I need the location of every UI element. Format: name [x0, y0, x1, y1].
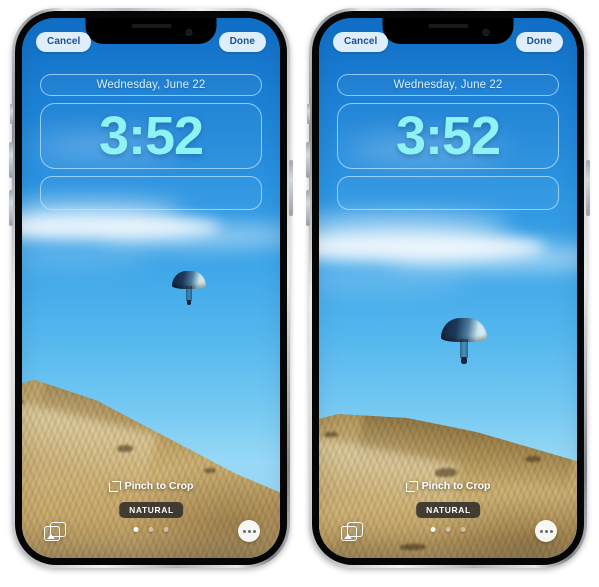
date-widget-slot[interactable]: Wednesday, June 22	[40, 74, 262, 96]
pinch-to-crop-hint: Pinch to Crop	[22, 480, 280, 492]
phone-left: Cancel Done Wednesday, June 22 3:52 Pinc…	[9, 8, 293, 568]
paraglider-lines	[460, 338, 468, 358]
clock-widget-slot[interactable]: 3:52	[337, 103, 559, 169]
page-indicator[interactable]	[430, 527, 466, 532]
paraglider-pilot	[186, 299, 192, 305]
paraglider	[441, 318, 487, 364]
ellipsis-dot-1	[242, 529, 246, 533]
style-badge: NATURAL	[119, 502, 183, 518]
paraglider	[172, 271, 206, 305]
hill-scrub-1	[435, 468, 457, 477]
date-text: Wednesday, June 22	[393, 79, 503, 91]
clock-widget-slot[interactable]: 3:52	[40, 103, 262, 169]
page-dot-1[interactable]	[430, 527, 436, 532]
paraglider-lines	[186, 286, 192, 301]
power-button[interactable]	[586, 160, 590, 216]
style-badge: NATURAL	[416, 502, 480, 518]
crop-icon	[405, 480, 418, 492]
volume-down-button[interactable]	[306, 190, 310, 226]
phone-left-screen: Cancel Done Wednesday, June 22 3:52 Pinc…	[22, 18, 280, 558]
ellipsis-icon[interactable]	[238, 520, 260, 542]
earpiece-speaker	[428, 24, 468, 28]
editor-toolbar-right: Cancel Done	[319, 32, 577, 52]
hill-scrub-3	[324, 432, 339, 437]
pinch-to-crop-label: Pinch to Crop	[124, 480, 194, 492]
hill-scrub-1	[117, 444, 134, 452]
volume-down-button[interactable]	[9, 190, 13, 226]
ellipsis-dot-2	[247, 529, 251, 533]
date-text: Wednesday, June 22	[96, 79, 206, 91]
clock-text: 3:52	[395, 106, 501, 166]
page-dot-3[interactable]	[460, 527, 466, 532]
widgets-empty-slot[interactable]	[337, 176, 559, 210]
pinch-to-crop-hint: Pinch to Crop	[319, 480, 577, 492]
earpiece-speaker	[131, 24, 171, 28]
power-button[interactable]	[289, 160, 293, 216]
paraglider-pilot	[461, 356, 468, 364]
mute-switch[interactable]	[307, 104, 310, 124]
photo-library-front-frame	[341, 526, 357, 541]
volume-up-button[interactable]	[306, 142, 310, 178]
page-dot-3[interactable]	[163, 527, 169, 532]
ellipsis-dot-1	[539, 529, 543, 533]
done-button[interactable]: Done	[218, 32, 266, 52]
screenshot-canvas: Cancel Done Wednesday, June 22 3:52 Pinc…	[0, 0, 599, 587]
cancel-button[interactable]: Cancel	[333, 32, 389, 52]
hill-scrub-2	[524, 456, 541, 462]
page-dot-1[interactable]	[133, 527, 139, 532]
ellipsis-icon[interactable]	[535, 520, 557, 542]
widgets-empty-slot[interactable]	[40, 176, 262, 210]
editor-bottom-bar-right	[319, 520, 577, 546]
crop-icon	[108, 480, 121, 492]
page-indicator[interactable]	[133, 527, 169, 532]
lock-screen-widget-stack: Wednesday, June 22 3:52	[337, 74, 559, 210]
photo-library-front-frame	[44, 526, 60, 541]
volume-up-button[interactable]	[9, 142, 13, 178]
page-dot-2[interactable]	[445, 527, 451, 532]
hill-scrub-3	[22, 400, 24, 405]
done-button[interactable]: Done	[515, 32, 563, 52]
phone-right-screen: Cancel Done Wednesday, June 22 3:52 Pinc…	[319, 18, 577, 558]
ellipsis-dot-3	[252, 529, 256, 533]
ellipsis-dot-3	[549, 529, 553, 533]
lock-screen-widget-stack: Wednesday, June 22 3:52	[40, 74, 262, 210]
phone-right: Cancel Done Wednesday, June 22 3:52 Pinc…	[306, 8, 590, 568]
page-dot-2[interactable]	[148, 527, 154, 532]
photo-library-icon[interactable]	[44, 522, 66, 541]
ellipsis-dot-2	[544, 529, 548, 533]
clock-text: 3:52	[98, 106, 204, 166]
date-widget-slot[interactable]: Wednesday, June 22	[337, 74, 559, 96]
photo-library-icon[interactable]	[341, 522, 363, 541]
editor-bottom-bar-left	[22, 520, 280, 546]
pinch-to-crop-label: Pinch to Crop	[421, 480, 491, 492]
cancel-button[interactable]: Cancel	[36, 32, 92, 52]
mute-switch[interactable]	[10, 104, 13, 124]
editor-toolbar-left: Cancel Done	[22, 32, 280, 52]
hill-scrub-2	[203, 468, 216, 473]
